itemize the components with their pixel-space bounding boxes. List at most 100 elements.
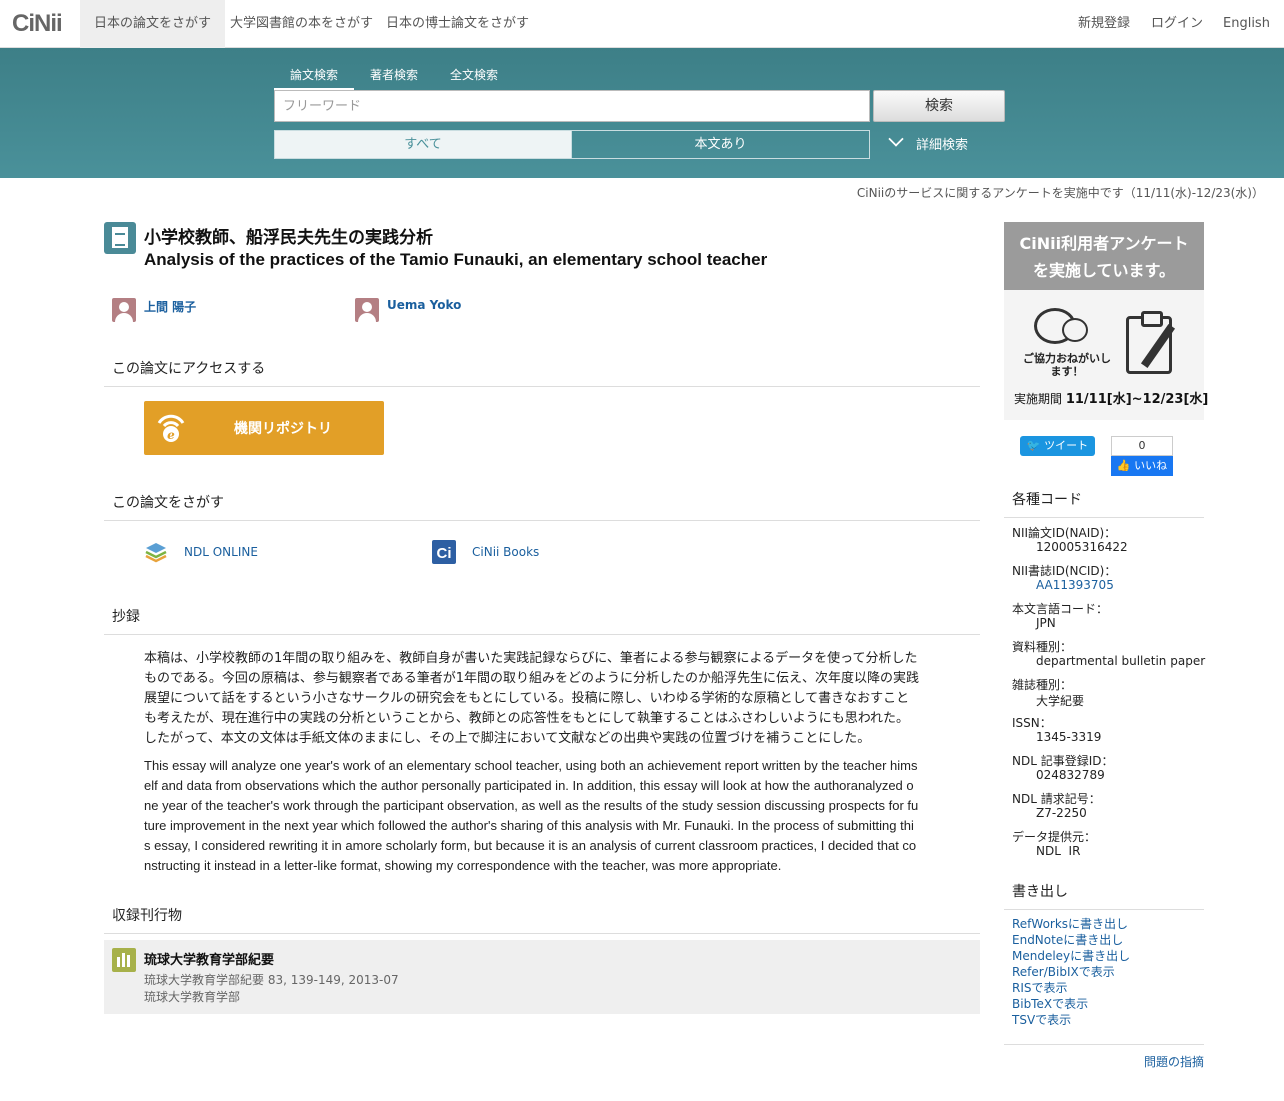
tweet-label: ツイート xyxy=(1044,439,1089,452)
code-value: 024832789 xyxy=(1036,768,1105,782)
register-link[interactable]: 新規登録 xyxy=(1078,0,1130,48)
banner-period: 実施期間 11/11[水]~12/23[水] xyxy=(1014,388,1208,407)
access-heading: この論文にアクセスする xyxy=(104,358,980,387)
code-value: 1345-3319 xyxy=(1036,730,1102,744)
repository-icon: e xyxy=(157,414,185,442)
report-problem-link[interactable]: 問題の指摘 xyxy=(1144,1053,1204,1070)
banner-period-dates: 11/11[水]~12/23[水] xyxy=(1065,392,1209,407)
search-input[interactable] xyxy=(274,90,870,122)
filter-all[interactable]: すべて xyxy=(274,130,572,159)
export-list: RefWorksに書き出し EndNoteに書き出し Mendeleyに書き出し… xyxy=(1012,916,1130,1028)
code-label: NII書誌ID(NCID)： xyxy=(1012,564,1117,578)
ndl-stack-icon xyxy=(145,543,167,563)
code-naid: NII論文ID(NAID)： 120005316422 xyxy=(1012,524,1128,554)
code-value: 大学紀要 xyxy=(1036,694,1085,708)
cinii-logo[interactable]: CiNii xyxy=(12,10,63,38)
cinii-books-link[interactable]: CiNii Books xyxy=(472,545,539,559)
chevron-down-icon xyxy=(888,131,904,147)
author-avatar-icon xyxy=(112,298,136,322)
code-value: Z7-2250 xyxy=(1036,806,1087,820)
filter-fulltext[interactable]: 本文あり xyxy=(571,130,870,159)
codes-heading: 各種コード xyxy=(1004,489,1204,518)
abstract-ja: 本稿は、小学校教師の1年間の取り組みを、教師自身が書いた実践記録ならびに、筆者に… xyxy=(144,651,920,746)
banner-title-line2: を実施しています。 xyxy=(1033,261,1175,280)
code-value: 120005316422 xyxy=(1036,540,1128,554)
article-title-en: Analysis of the practices of the Tamio F… xyxy=(144,250,768,269)
like-label: いいね xyxy=(1134,459,1168,472)
login-link[interactable]: ログイン xyxy=(1151,0,1203,48)
tab-author-search[interactable]: 著者検索 xyxy=(370,66,418,86)
abstract-heading: 抄録 xyxy=(104,606,980,635)
code-ndl-call: NDL 請求記号： Z7-2250 xyxy=(1012,790,1101,820)
repository-label: 機関リポジトリ xyxy=(234,421,332,437)
top-nav: CiNii 日本の論文をさがす 大学図書館の本をさがす 日本の博士論文をさがす … xyxy=(0,0,1284,48)
code-label: NDL 記事登録ID： xyxy=(1012,754,1114,768)
svg-text:e: e xyxy=(167,428,175,442)
code-journal-type: 雑誌種別： 大学紀要 xyxy=(1012,676,1084,708)
code-label: NII論文ID(NAID)： xyxy=(1012,526,1117,540)
svg-text:Ci: Ci xyxy=(437,545,452,562)
cinii-books-icon: Ci xyxy=(432,540,456,564)
tab-fulltext-search[interactable]: 全文検索 xyxy=(450,66,498,86)
journal-publisher: 琉球大学教育学部 xyxy=(144,990,241,1004)
code-label: NDL 請求記号： xyxy=(1012,792,1101,806)
export-mendeley-link[interactable]: Mendeleyに書き出し xyxy=(1012,948,1130,964)
search-band: 論文検索 著者検索 全文検索 検索 すべて 本文あり 詳細検索 xyxy=(0,48,1284,178)
journal-citation: 琉球大学教育学部紀要 83, 139-149, 2013-07 xyxy=(144,973,399,987)
ndl-online-link[interactable]: NDL ONLINE xyxy=(184,545,258,559)
survey-banner[interactable]: CiNii利用者アンケート を実施しています。 ご協力おねがいします！ 実施期間… xyxy=(1004,222,1208,420)
code-material-type: 資料種別： departmental bulletin paper xyxy=(1012,638,1205,668)
code-value: JPN xyxy=(1036,616,1056,630)
tab-article-search[interactable]: 論文検索 xyxy=(273,66,355,90)
code-language: 本文言語コード： JPN xyxy=(1012,600,1109,630)
code-value: departmental bulletin paper xyxy=(1036,654,1206,668)
ncid-link[interactable]: AA11393705 xyxy=(1036,578,1114,592)
code-label: 本文言語コード： xyxy=(1012,602,1109,616)
journal-heading: 収録刊行物 xyxy=(104,905,980,934)
abstract-en: This essay will analyze one year's work … xyxy=(144,758,919,873)
journal-item: 琉球大学教育学部紀要 琉球大学教育学部紀要 83, 139-149, 2013-… xyxy=(104,940,980,1014)
banner-period-label: 実施期間 xyxy=(1014,392,1063,406)
code-label: 資料種別： xyxy=(1012,640,1073,654)
find-heading: この論文をさがす xyxy=(104,492,980,521)
journal-icon xyxy=(112,948,136,972)
divider xyxy=(1004,1044,1204,1045)
code-ncid: NII書誌ID(NCID)： AA11393705 xyxy=(1012,562,1117,592)
banner-title: CiNii利用者アンケート を実施しています。 xyxy=(1004,222,1204,290)
journal-title[interactable]: 琉球大学教育学部紀要 xyxy=(144,949,274,968)
repository-button[interactable]: e 機関リポジトリ xyxy=(144,401,384,455)
search-button[interactable]: 検索 xyxy=(873,90,1005,122)
code-label: ISSN： xyxy=(1012,716,1052,730)
code-label: 雑誌種別： xyxy=(1012,678,1073,692)
speech-bubble-icon xyxy=(1062,318,1088,342)
export-endnote-link[interactable]: EndNoteに書き出し xyxy=(1012,932,1130,948)
author-link[interactable]: Uema Yoko xyxy=(387,298,461,312)
export-refworks-link[interactable]: RefWorksに書き出し xyxy=(1012,916,1130,932)
author-avatar-icon xyxy=(355,298,379,322)
export-bibtex-link[interactable]: BibTeXで表示 xyxy=(1012,996,1130,1012)
tweet-button[interactable]: 🐦 ツイート xyxy=(1020,436,1095,456)
export-ris-link[interactable]: RISで表示 xyxy=(1012,980,1130,996)
article-title-ja: 小学校教師、船浮民夫先生の実践分析 xyxy=(144,228,433,248)
code-provider: データ提供元： NDL IR xyxy=(1012,828,1097,858)
nav-tab-dissertations[interactable]: 日本の博士論文をさがす xyxy=(372,0,543,48)
survey-notice[interactable]: CiNiiのサービスに関するアンケートを実施中です（11/11(水)-12/23… xyxy=(857,184,1264,201)
banner-message: ご協力おねがいします！ xyxy=(1023,352,1111,378)
code-label: データ提供元： xyxy=(1012,830,1097,844)
export-heading: 書き出し xyxy=(1004,881,1204,910)
code-issn: ISSN： 1345-3319 xyxy=(1012,714,1101,744)
like-button[interactable]: 👍 いいね xyxy=(1111,456,1173,476)
code-ndl-id: NDL 記事登録ID： 024832789 xyxy=(1012,752,1114,782)
like-count: 0 xyxy=(1111,436,1173,456)
english-link[interactable]: English xyxy=(1223,0,1270,48)
document-icon xyxy=(104,222,136,254)
advanced-search-label: 詳細検索 xyxy=(916,138,969,153)
advanced-search-toggle[interactable]: 詳細検索 xyxy=(888,131,969,153)
export-tsv-link[interactable]: TSVで表示 xyxy=(1012,1012,1130,1028)
nav-tab-articles[interactable]: 日本の論文をさがす xyxy=(80,0,226,48)
author-link[interactable]: 上間 陽子 xyxy=(144,298,196,315)
code-value: NDL IR xyxy=(1036,844,1081,858)
banner-title-line1: CiNii利用者アンケート xyxy=(1019,234,1189,253)
nav-tab-books[interactable]: 大学図書館の本をさがす xyxy=(216,0,387,48)
export-refer-link[interactable]: Refer/BibIXで表示 xyxy=(1012,964,1130,980)
